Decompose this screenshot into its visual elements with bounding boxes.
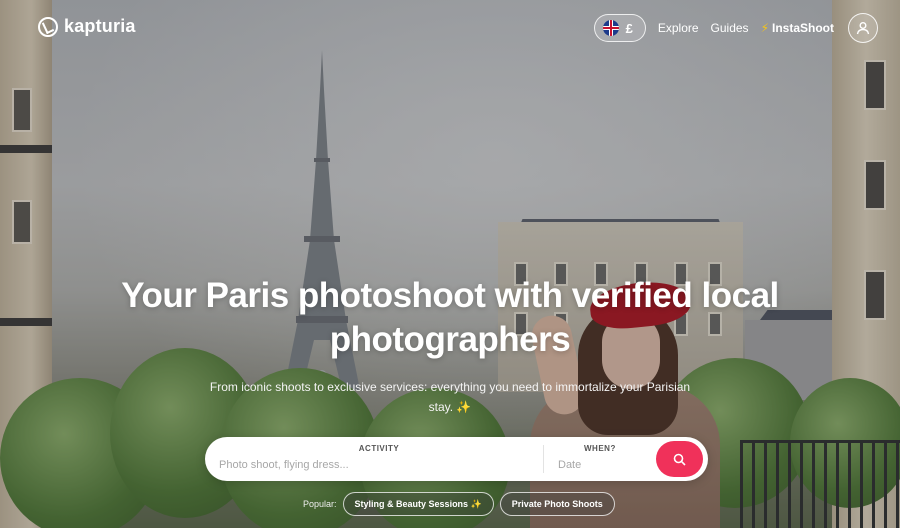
brand-name: kapturia [64,16,136,36]
activity-input[interactable] [219,459,539,471]
search-button[interactable] [656,441,703,477]
chip-styling-beauty[interactable]: Styling & Beauty Sessions ✨ [342,492,494,516]
logo[interactable]: kapturia [38,16,136,37]
headline-line-2: photographers [329,320,571,359]
account-button[interactable] [848,13,878,43]
logo-icon [38,16,58,37]
nav-guides-link[interactable]: Guides [711,21,749,35]
uk-flag-icon [602,20,619,36]
activity-label: ACTIVITY [358,444,400,453]
date-input[interactable] [558,459,648,471]
search-bar: ACTIVITY WHEN? [205,437,708,481]
when-field[interactable]: WHEN? [558,444,648,473]
language-currency-selector[interactable]: £ [593,14,646,42]
search-divider [543,445,544,473]
search-icon [673,453,686,466]
nav-explore-link[interactable]: Explore [658,21,699,35]
top-nav: £ Explore Guides ⚡ InstaShoot [593,13,878,43]
lightning-icon: ⚡ [760,21,769,35]
hero-headline: Your Paris photoshoot with verified loca… [60,274,840,362]
headline-line-1: Your Paris photoshoot with verified loca… [121,276,779,315]
site-header: kapturia £ Explore Guides ⚡ InstaShoot [0,0,900,56]
hero-subtitle: From iconic shoots to exclusive services… [209,380,691,414]
activity-field[interactable]: ACTIVITY [219,444,539,473]
instashoot-label: InstaShoot [772,21,834,35]
popular-searches: Popular: Styling & Beauty Sessions ✨ Pri… [303,492,615,516]
when-label: WHEN? [584,444,616,453]
chip-private-photo-shoots[interactable]: Private Photo Shoots [499,492,615,516]
user-icon [856,22,870,35]
instashoot-link[interactable]: ⚡ InstaShoot [761,21,834,35]
currency-label: £ [625,20,633,36]
popular-label: Popular: [303,499,337,509]
